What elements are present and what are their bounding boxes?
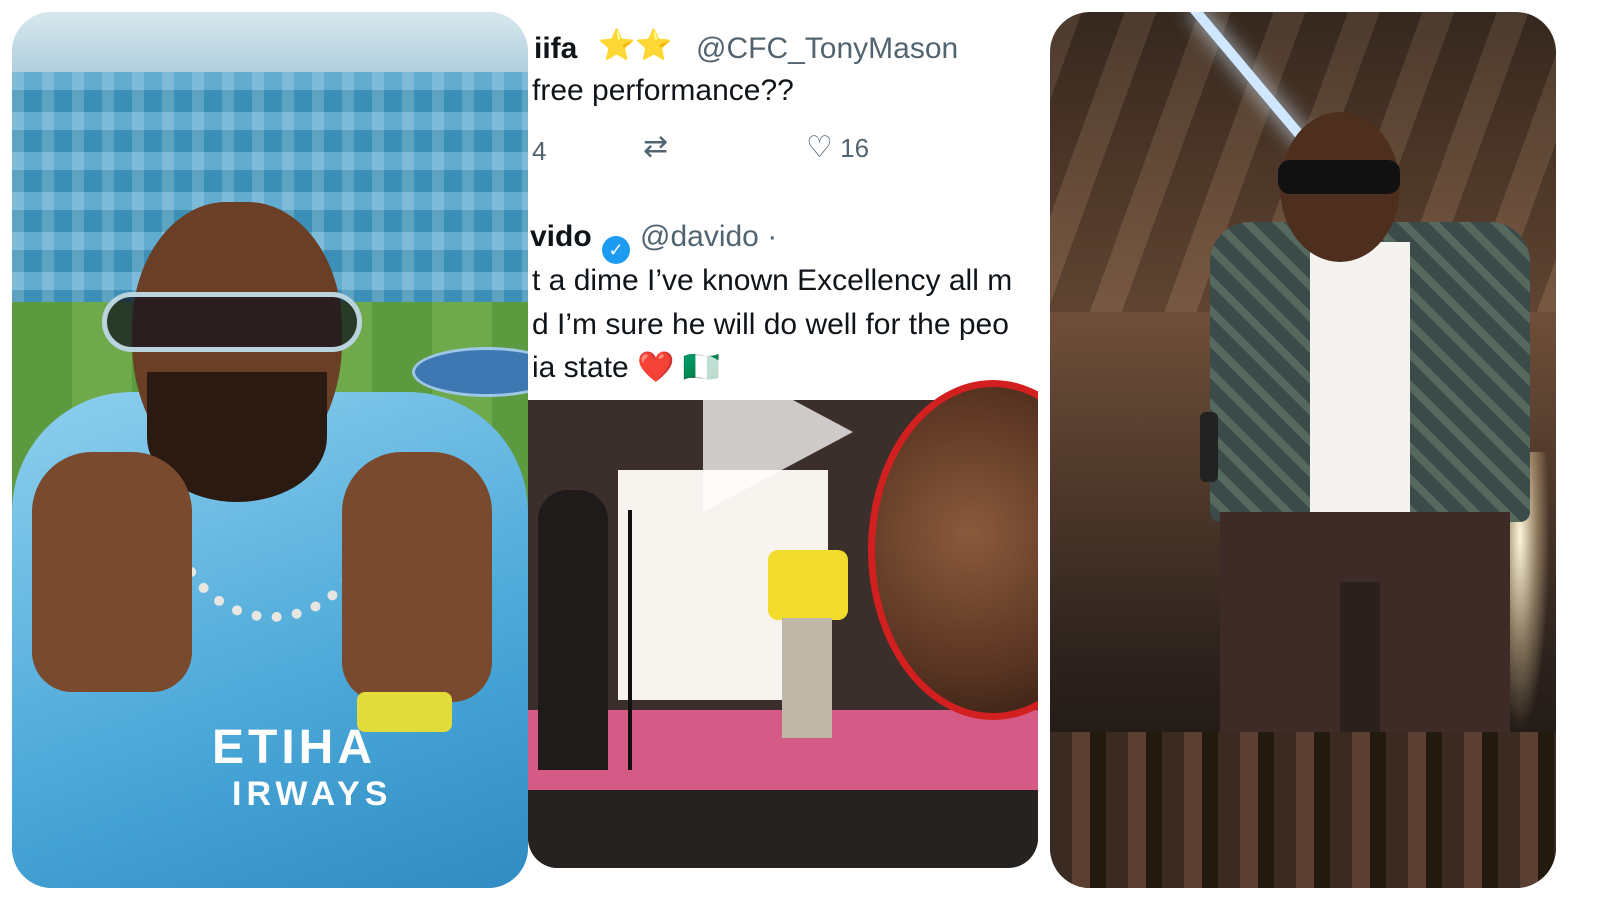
post-text-line-1: t a dime I’ve known Excellency all m [532, 264, 1013, 297]
white-tshirt [1310, 242, 1410, 522]
reply-author-name: iifa [534, 32, 578, 65]
post-text-line-3: ia state ❤️ 🇳🇬 [532, 351, 721, 384]
reply-author-handle: @CFC_TonyMason [696, 32, 959, 65]
left-photo-stadium-portrait: ETIHA IRWAYS [12, 12, 528, 888]
photo-collage: ETIHA IRWAYS iifa ⭐⭐ @CFC_TonyMason free… [0, 0, 1600, 899]
sunglasses [102, 292, 362, 352]
zoomed-face-inset [868, 380, 1038, 720]
audience-foreground [528, 790, 1038, 868]
play-icon[interactable] [703, 352, 853, 512]
heart-icon: ♡ [806, 131, 833, 164]
sunglasses [1278, 160, 1400, 194]
camera-operator [538, 490, 608, 770]
post-text-line-2: d I’m sure he will do well for the peo [532, 308, 1009, 341]
like-button[interactable]: ♡ 16 [806, 130, 869, 165]
verified-icon: ✓ [602, 236, 630, 264]
right-hand [342, 452, 492, 702]
left-hand [32, 452, 192, 692]
middle-tweet-screenshot: iifa ⭐⭐ @CFC_TonyMason free performance?… [528, 12, 1038, 868]
performer-on-stage [768, 530, 848, 740]
yellow-top [768, 550, 848, 620]
reply-count[interactable]: 4 [532, 136, 546, 167]
retweet-icon[interactable]: ⇄ [643, 129, 668, 164]
right-photo-concert [1050, 12, 1556, 888]
concert-crowd [1050, 732, 1556, 888]
shirt-sponsor-text: ETIHA [212, 721, 376, 774]
shirt-sponsor-subtext: IRWAYS [232, 775, 393, 813]
post-author-name: vido [530, 220, 592, 253]
performer-legs [782, 618, 832, 738]
camera-tripod [628, 510, 632, 770]
reply-text: free performance?? [532, 74, 794, 107]
microphone [1200, 412, 1218, 482]
star-emoji: ⭐⭐ [598, 29, 673, 62]
post-author-handle: @davido · [640, 220, 778, 253]
like-count: 16 [840, 133, 870, 163]
